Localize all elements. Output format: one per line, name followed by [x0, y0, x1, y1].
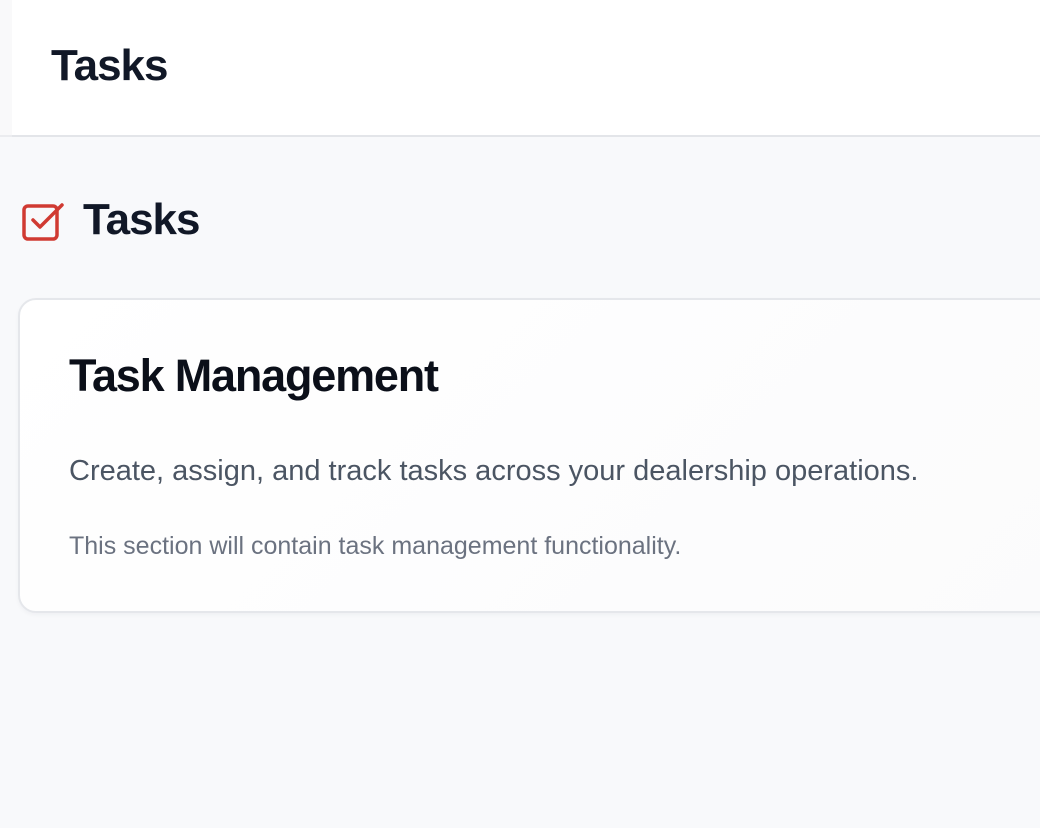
task-management-card: Task Management Create, assign, and trac… — [18, 298, 1040, 613]
card-title: Task Management — [69, 350, 439, 401]
checkbox-icon — [22, 199, 64, 241]
card-note: This section will contain task managemen… — [69, 532, 682, 560]
page-title: Tasks — [83, 195, 200, 244]
card-description: Create, assign, and track tasks across y… — [69, 455, 919, 487]
top-bar: Tasks — [0, 0, 1040, 137]
top-bar-title: Tasks — [51, 41, 168, 90]
page-header: Tasks — [22, 192, 200, 248]
sidebar-edge — [0, 0, 12, 137]
